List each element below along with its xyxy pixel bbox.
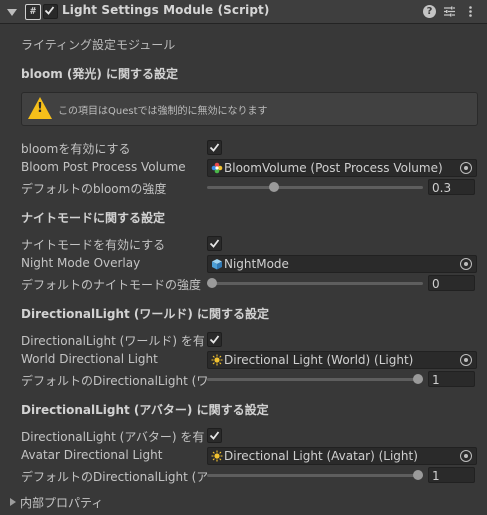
bloom-enable-label: bloomを有効にする xyxy=(21,142,131,156)
avatar-light-enable-label: DirectionalLight (アバター) を有効にする xyxy=(21,430,204,444)
night-overlay-field[interactable]: NightMode xyxy=(207,255,477,273)
night-enable-label: ナイトモードを有効にする xyxy=(21,238,166,252)
bloom-volume-label: Bloom Post Process Volume xyxy=(21,160,186,174)
bloom-enable-checkbox[interactable] xyxy=(207,140,222,155)
bloom-volume-field[interactable]: BloomVolume (Post Process Volume) xyxy=(207,159,477,177)
world-light-intensity-slider[interactable] xyxy=(207,374,423,385)
avatar-light-enable-checkbox[interactable] xyxy=(207,428,222,443)
world-light-enable-checkbox[interactable] xyxy=(207,332,222,347)
avatar-light-heading: DirectionalLight (アバター) に関する設定 xyxy=(21,403,269,417)
avatar-light-label: Avatar Directional Light xyxy=(21,448,163,462)
foldout-arrow-icon[interactable] xyxy=(7,9,17,16)
slider-thumb[interactable] xyxy=(207,278,217,288)
component-title: Light Settings Module (Script) xyxy=(62,3,270,17)
slider-track xyxy=(207,282,423,285)
night-enable-checkbox[interactable] xyxy=(207,236,222,251)
foldout-arrow-icon xyxy=(10,498,16,506)
night-heading: ナイトモードに関する設定 xyxy=(21,211,166,225)
light-icon xyxy=(211,450,223,462)
context-menu-icon[interactable] xyxy=(464,5,477,18)
bloom-intensity-slider[interactable] xyxy=(207,182,423,193)
checkmark-icon xyxy=(209,335,220,344)
object-picker-icon[interactable] xyxy=(460,450,472,462)
light-icon xyxy=(211,354,223,366)
world-light-value: Directional Light (World) (Light) xyxy=(224,353,414,367)
warning-icon-mark: ! xyxy=(37,101,43,116)
avatar-light-value: Directional Light (Avatar) (Light) xyxy=(224,449,418,463)
object-picker-icon[interactable] xyxy=(460,258,472,270)
object-picker-icon[interactable] xyxy=(460,162,472,174)
component-enable-checkbox[interactable] xyxy=(43,4,58,19)
world-light-field[interactable]: Directional Light (World) (Light) xyxy=(207,351,477,369)
night-overlay-label: Night Mode Overlay xyxy=(21,256,141,270)
checkmark-icon xyxy=(44,6,55,15)
avatar-light-intensity-slider[interactable] xyxy=(207,470,423,481)
bloom-intensity-label: デフォルトのbloomの強度 xyxy=(21,182,167,196)
night-intensity-input[interactable]: 0 xyxy=(428,275,475,291)
quest-warning-box: ! この項目はQuestでは強制的に無効になります xyxy=(21,92,478,126)
internal-properties-label: 内部プロパティ xyxy=(20,496,104,510)
bloom-heading: bloom (発光) に関する設定 xyxy=(21,67,179,81)
night-overlay-value: NightMode xyxy=(224,257,289,271)
preset-icon[interactable] xyxy=(443,5,456,18)
script-icon: # xyxy=(25,4,41,20)
world-light-enable-label: DirectionalLight (ワールド) を有効にする xyxy=(21,334,204,348)
world-light-label: World Directional Light xyxy=(21,352,158,366)
checkmark-icon xyxy=(209,431,220,440)
module-subtitle: ライティング設定モジュール xyxy=(21,38,176,52)
avatar-light-intensity-label: デフォルトのDirectionalLight (アバター) の強度 xyxy=(21,470,207,484)
night-intensity-slider[interactable] xyxy=(207,278,423,289)
bloom-volume-value: BloomVolume (Post Process Volume) xyxy=(224,161,443,175)
component-header: # Light Settings Module (Script) ? xyxy=(0,0,487,24)
slider-thumb[interactable] xyxy=(413,470,423,480)
object-picker-icon[interactable] xyxy=(460,354,472,366)
gameobject-icon xyxy=(212,259,222,270)
warning-message: この項目はQuestでは強制的に無効になります xyxy=(58,106,268,117)
world-light-intensity-label: デフォルトのDirectionalLight (ワールド) の強度 xyxy=(21,374,207,388)
bloom-intensity-input[interactable]: 0.3 xyxy=(428,179,475,195)
avatar-light-field[interactable]: Directional Light (Avatar) (Light) xyxy=(207,447,477,465)
checkmark-icon xyxy=(209,143,220,152)
checkmark-icon xyxy=(209,239,220,248)
world-light-heading: DirectionalLight (ワールド) に関する設定 xyxy=(21,307,270,321)
internal-properties-foldout[interactable]: 内部プロパティ xyxy=(10,494,103,511)
help-icon[interactable]: ? xyxy=(423,5,436,18)
slider-track xyxy=(207,378,423,381)
world-light-intensity-input[interactable]: 1 xyxy=(428,371,475,387)
slider-thumb[interactable] xyxy=(413,374,423,384)
slider-track xyxy=(207,186,423,189)
night-intensity-label: デフォルトのナイトモードの強度 xyxy=(21,278,202,292)
post-process-volume-icon xyxy=(211,162,223,174)
slider-thumb[interactable] xyxy=(268,182,279,192)
slider-track xyxy=(207,474,423,477)
avatar-light-intensity-input[interactable]: 1 xyxy=(428,467,475,483)
